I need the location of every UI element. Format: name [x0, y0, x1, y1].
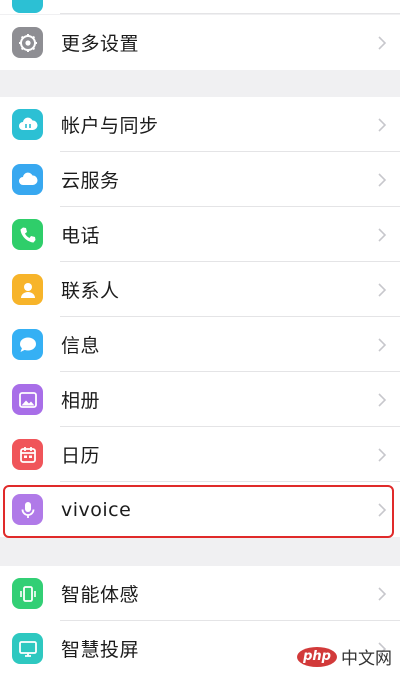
settings-row-label: 信息 [61, 335, 101, 357]
watermark-logo: php [297, 646, 337, 667]
settings-row-smart-motion[interactable]: 智能体感 [0, 566, 400, 621]
chevron-right-icon [377, 586, 387, 602]
settings-row-label: vivoice [61, 498, 132, 521]
watermark-text: 中文网 [341, 649, 392, 669]
calendar-icon [12, 439, 43, 470]
settings-row-label: 相册 [61, 390, 101, 412]
chevron-right-icon [377, 337, 387, 353]
chevron-right-icon [377, 35, 387, 51]
chevron-right-icon [377, 227, 387, 243]
chevron-right-icon [377, 502, 387, 518]
photo-icon [12, 384, 43, 415]
gear-icon [12, 27, 43, 58]
settings-row-label: 电话 [61, 225, 101, 247]
phone-icon [12, 219, 43, 250]
chevron-right-icon [377, 392, 387, 408]
microphone-icon [12, 494, 43, 525]
settings-row-label: 帐户与同步 [61, 115, 159, 137]
apps-group: 帐户与同步 云服务 电话 联系人 信息 相册 日历 vivoice [0, 97, 400, 537]
settings-row-label: 智慧投屏 [61, 639, 140, 661]
chevron-right-icon [377, 117, 387, 133]
settings-row-vivoice[interactable]: vivoice [0, 482, 400, 537]
screen-cast-icon [12, 633, 43, 664]
cloud-icon [12, 164, 43, 195]
settings-row-more-settings[interactable]: 更多设置 [0, 15, 400, 70]
cloud-sync-icon [12, 109, 43, 140]
partial-app-icon [12, 0, 43, 13]
message-icon [12, 329, 43, 360]
settings-row-contacts[interactable]: 联系人 [0, 262, 400, 317]
settings-row-album[interactable]: 相册 [0, 372, 400, 427]
settings-row-calendar[interactable]: 日历 [0, 427, 400, 482]
settings-row-phone[interactable]: 电话 [0, 207, 400, 262]
chevron-right-icon [377, 172, 387, 188]
settings-row-label: 联系人 [61, 280, 120, 302]
more-settings-group: 更多设置 [0, 15, 400, 70]
chevron-right-icon [377, 447, 387, 463]
settings-row-label: 智能体感 [61, 584, 140, 606]
settings-row-label: 日历 [61, 445, 101, 467]
person-icon [12, 274, 43, 305]
settings-row-messages[interactable]: 信息 [0, 317, 400, 372]
settings-row-label: 更多设置 [61, 33, 140, 55]
settings-row-label: 云服务 [61, 170, 120, 192]
phone-motion-icon [12, 578, 43, 609]
settings-row-account-sync[interactable]: 帐户与同步 [0, 97, 400, 152]
settings-row-cloud-service[interactable]: 云服务 [0, 152, 400, 207]
chevron-right-icon [377, 282, 387, 298]
site-watermark: php 中文网 [297, 644, 392, 669]
partial-settings-row [0, 0, 400, 14]
